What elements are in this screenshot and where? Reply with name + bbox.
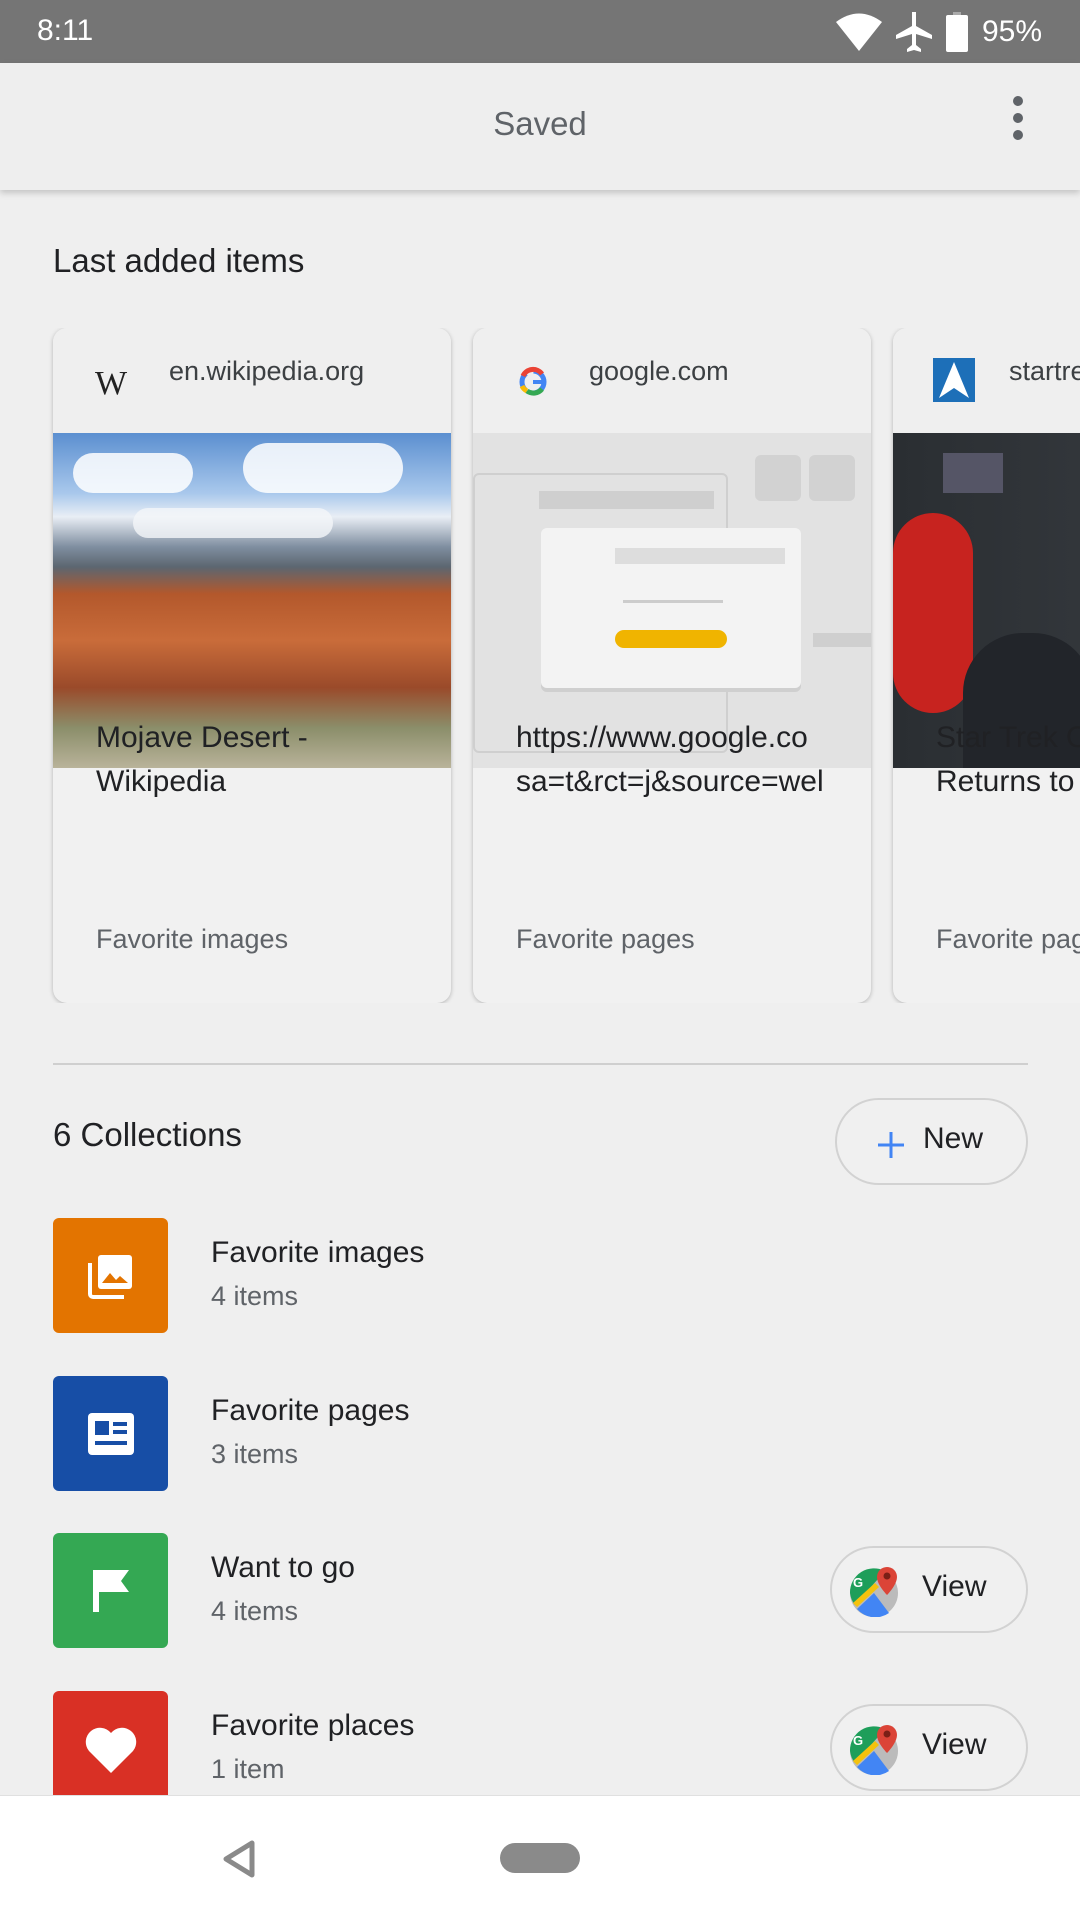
- flag-icon: [53, 1533, 168, 1648]
- status-bar: 8:11 95%: [0, 0, 1080, 63]
- collection-count: 4 items: [211, 1281, 299, 1311]
- new-collection-button[interactable]: New: [835, 1098, 1028, 1185]
- card-site: startre: [1009, 356, 1080, 386]
- wifi-icon: [835, 13, 882, 51]
- more-vert-icon[interactable]: [1000, 89, 1036, 149]
- collection-name: Favorite places: [211, 1709, 415, 1742]
- card-collection: Favorite pag: [936, 924, 1080, 954]
- collection-count: 4 items: [211, 1596, 299, 1626]
- svg-text:G: G: [853, 1733, 863, 1748]
- card-site: google.com: [589, 356, 729, 386]
- startrek-icon: [933, 358, 975, 402]
- last-added-heading: Last added items: [53, 242, 305, 279]
- card-collection: Favorite images: [96, 924, 289, 954]
- home-button[interactable]: [500, 1843, 580, 1873]
- divider: [53, 1063, 1028, 1065]
- google-icon: [519, 366, 547, 396]
- page-title: Saved: [493, 105, 587, 142]
- card-title-line: Wikipedia: [96, 765, 227, 798]
- collection-item[interactable]: Favorite pages 3 items: [53, 1376, 1028, 1491]
- card-site: en.wikipedia.org: [169, 356, 365, 386]
- wikipedia-icon: W: [95, 365, 128, 400]
- airplane-icon: [895, 12, 932, 52]
- card-title-line: Mojave Desert -: [96, 721, 308, 754]
- article-icon: [53, 1376, 168, 1491]
- app-bar: Saved: [0, 63, 1080, 190]
- google-maps-icon: G: [849, 1725, 898, 1775]
- plus-icon: [878, 1132, 904, 1158]
- svg-text:W: W: [95, 365, 128, 400]
- view-label: View: [922, 1728, 987, 1761]
- heart-icon: [53, 1691, 168, 1795]
- collection-count: 1 item: [211, 1754, 285, 1784]
- battery-icon: [945, 12, 968, 52]
- collection-name: Want to go: [211, 1551, 355, 1584]
- saved-item-card[interactable]: google.com https://www.google.co sa=t&rct…: [473, 328, 871, 1003]
- collections-heading: 6 Collections: [53, 1116, 242, 1153]
- card-title-line: sa=t&rct=j&source=wel: [516, 765, 824, 798]
- battery-percent: 95%: [981, 15, 1042, 48]
- new-label: New: [923, 1122, 984, 1155]
- collection-count: 3 items: [211, 1439, 299, 1469]
- view-label: View: [922, 1570, 987, 1603]
- image-icon: [53, 1218, 168, 1333]
- navigation-bar: [0, 1795, 1080, 1920]
- card-collection: Favorite pages: [516, 924, 695, 954]
- last-added-carousel[interactable]: W en.wikipedia.org Mojave Desert - Wikipe…: [0, 328, 1080, 1003]
- status-time: 8:11: [37, 14, 94, 47]
- card-title-line: Returns to: [936, 765, 1075, 798]
- view-in-maps-button[interactable]: G View: [830, 1546, 1028, 1633]
- saved-item-card[interactable]: W en.wikipedia.org Mojave Desert - Wikipe…: [53, 328, 451, 1003]
- collection-item[interactable]: Favorite images 4 items: [53, 1218, 1028, 1333]
- card-title-line: https://www.google.co: [516, 721, 808, 754]
- collection-name: Favorite images: [211, 1236, 425, 1269]
- google-maps-icon: G: [849, 1567, 898, 1617]
- svg-text:G: G: [853, 1575, 863, 1590]
- saved-item-card[interactable]: startre Star Trek O Returns to Favorite p…: [893, 328, 1080, 1003]
- collection-name: Favorite pages: [211, 1394, 410, 1427]
- card-title-line: Star Trek O: [936, 721, 1080, 754]
- view-in-maps-button[interactable]: G View: [830, 1704, 1028, 1791]
- back-icon[interactable]: [222, 1840, 256, 1878]
